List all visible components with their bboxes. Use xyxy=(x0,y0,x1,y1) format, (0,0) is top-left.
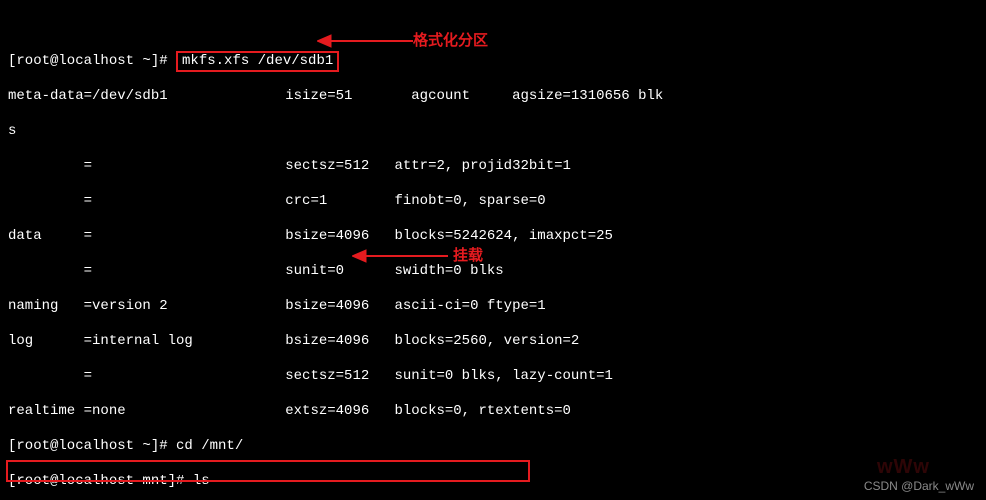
mkfs-command-line: [root@localhost ~]# mkfs.xfs /dev/sdb1 xyxy=(8,53,978,71)
annotation-mount: 挂载 xyxy=(453,247,483,266)
arrow-format-icon xyxy=(317,32,413,50)
csdn-watermark: CSDN @Dark_wWw xyxy=(864,479,974,494)
cd-command-line: [root@localhost ~]# cd /mnt/ xyxy=(8,438,978,456)
ls-command-line: [root@localhost mnt]# ls xyxy=(8,473,978,491)
mkfs-out-6: naming =version 2 bsize=4096 ascii-ci=0 … xyxy=(8,298,978,316)
prompt: [root@localhost ~]# xyxy=(8,53,176,69)
mkfs-out-4: data = bsize=4096 blocks=5242624, imaxpc… xyxy=(8,228,978,246)
mkfs-out-8: = sectsz=512 sunit=0 blks, lazy-count=1 xyxy=(8,368,978,386)
arrow-mount-icon xyxy=(352,247,448,265)
annotation-format-partition: 格式化分区 xyxy=(413,32,488,51)
faint-watermark: wWw xyxy=(877,455,930,480)
mkfs-out-3: = crc=1 finobt=0, sparse=0 xyxy=(8,193,978,211)
mkfs-out-1: s xyxy=(8,123,978,141)
mkfs-out-0: meta-data=/dev/sdb1 isize=51 agcount ags… xyxy=(8,88,978,106)
mkfs-out-2: = sectsz=512 attr=2, projid32bit=1 xyxy=(8,158,978,176)
mkfs-out-9: realtime =none extsz=4096 blocks=0, rtex… xyxy=(8,403,978,421)
mkfs-command-highlight: mkfs.xfs /dev/sdb1 xyxy=(176,51,339,73)
terminal-output[interactable]: [root@localhost ~]# mkfs.xfs /dev/sdb1 m… xyxy=(0,0,986,500)
mkfs-out-5: = sunit=0 swidth=0 blks xyxy=(8,263,978,281)
mkfs-out-7: log =internal log bsize=4096 blocks=2560… xyxy=(8,333,978,351)
top-blank-line xyxy=(8,18,978,36)
